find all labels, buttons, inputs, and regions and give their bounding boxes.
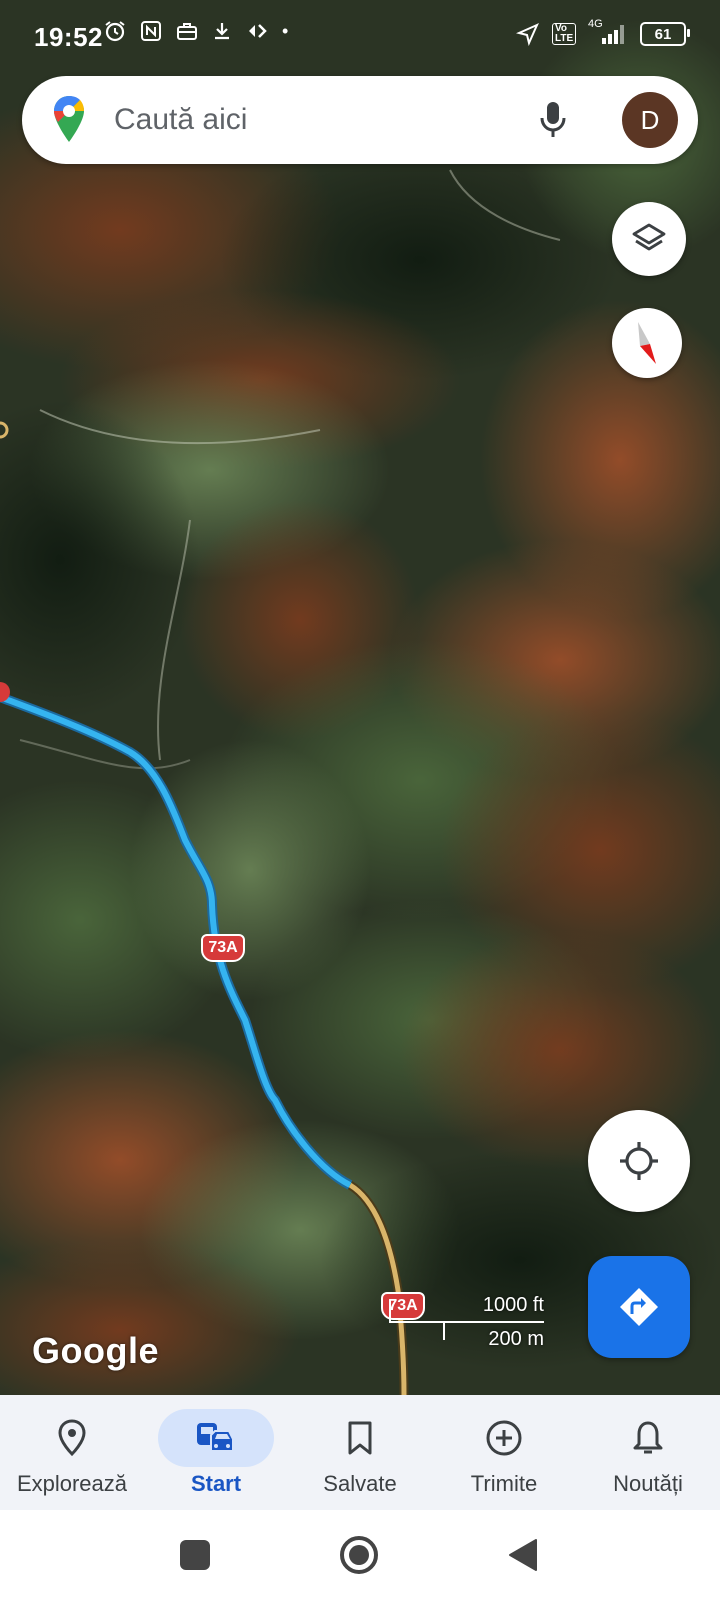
nav-updates-label: Noutăți [613, 1471, 683, 1496]
nav-saved-label: Salvate [323, 1471, 397, 1496]
nfc-icon [141, 21, 161, 41]
commute-icon [197, 1423, 234, 1452]
nav-explore-label: Explorează [16, 1471, 128, 1496]
avatar-initial: D [640, 104, 660, 135]
signal-icon: 4G [588, 18, 628, 46]
briefcase-icon [177, 23, 197, 40]
nav-saved[interactable]: Salvate [288, 1395, 432, 1510]
status-system-icons: Vo LTE 4G 61 [516, 18, 690, 46]
battery-level: 61 [654, 25, 672, 43]
status-bar: 19:52 • Vo LTE 4G 61 [0, 0, 720, 78]
layers-button[interactable] [612, 202, 686, 276]
home-button[interactable] [340, 1536, 378, 1574]
bookmark-icon [348, 1421, 372, 1455]
status-time: 19:52 [34, 22, 103, 52]
nav-start[interactable]: Start [144, 1395, 288, 1510]
location-pin-icon [58, 1419, 86, 1457]
battery-indicator: 61 [640, 22, 690, 46]
directions-icon [620, 1288, 658, 1326]
search-bar[interactable]: Caută aici D [22, 76, 698, 164]
download-icon [215, 23, 229, 40]
location-arrow-icon [516, 23, 539, 46]
more-notifications-dot: • [282, 20, 289, 41]
bell-icon [633, 1421, 663, 1454]
map-scale: 1000 ft 200 m [388, 1292, 546, 1350]
microphone-icon[interactable] [538, 100, 568, 140]
my-location-button[interactable] [588, 1110, 690, 1212]
status-notification-icons: • [104, 20, 288, 42]
nav-contribute[interactable]: Trimite [432, 1395, 576, 1510]
volte-badge: Vo LTE [552, 23, 576, 45]
google-maps-logo-icon [54, 96, 84, 142]
recent-apps-button[interactable] [180, 1540, 210, 1570]
back-button[interactable] [508, 1538, 538, 1572]
account-avatar[interactable]: D [622, 92, 678, 148]
alarm-icon [105, 21, 125, 42]
nav-explore[interactable]: Explorează [0, 1395, 144, 1510]
scale-metric: 200 m [488, 1328, 544, 1350]
search-input[interactable]: Caută aici [114, 103, 247, 137]
compass-button[interactable] [612, 308, 682, 378]
nav-contribute-label: Trimite [470, 1471, 538, 1496]
directions-button[interactable] [588, 1256, 690, 1358]
my-location-icon [620, 1142, 658, 1180]
nav-updates[interactable]: Noutăți [576, 1395, 720, 1510]
carrefour-icon [249, 24, 267, 38]
layers-icon [632, 223, 666, 251]
route-shield-73a: 73A [201, 934, 245, 962]
add-circle-icon [486, 1420, 522, 1456]
nav-start-label: Start [190, 1471, 242, 1496]
google-attribution: Google [32, 1330, 159, 1371]
bottom-navigation: Explorează Start Salvate Trimite Noutăți [0, 1395, 720, 1510]
scale-imperial: 1000 ft [482, 1294, 544, 1316]
route-shield-label: 73A [208, 939, 238, 956]
compass-icon [638, 322, 656, 364]
system-navigation-bar [0, 1510, 720, 1600]
